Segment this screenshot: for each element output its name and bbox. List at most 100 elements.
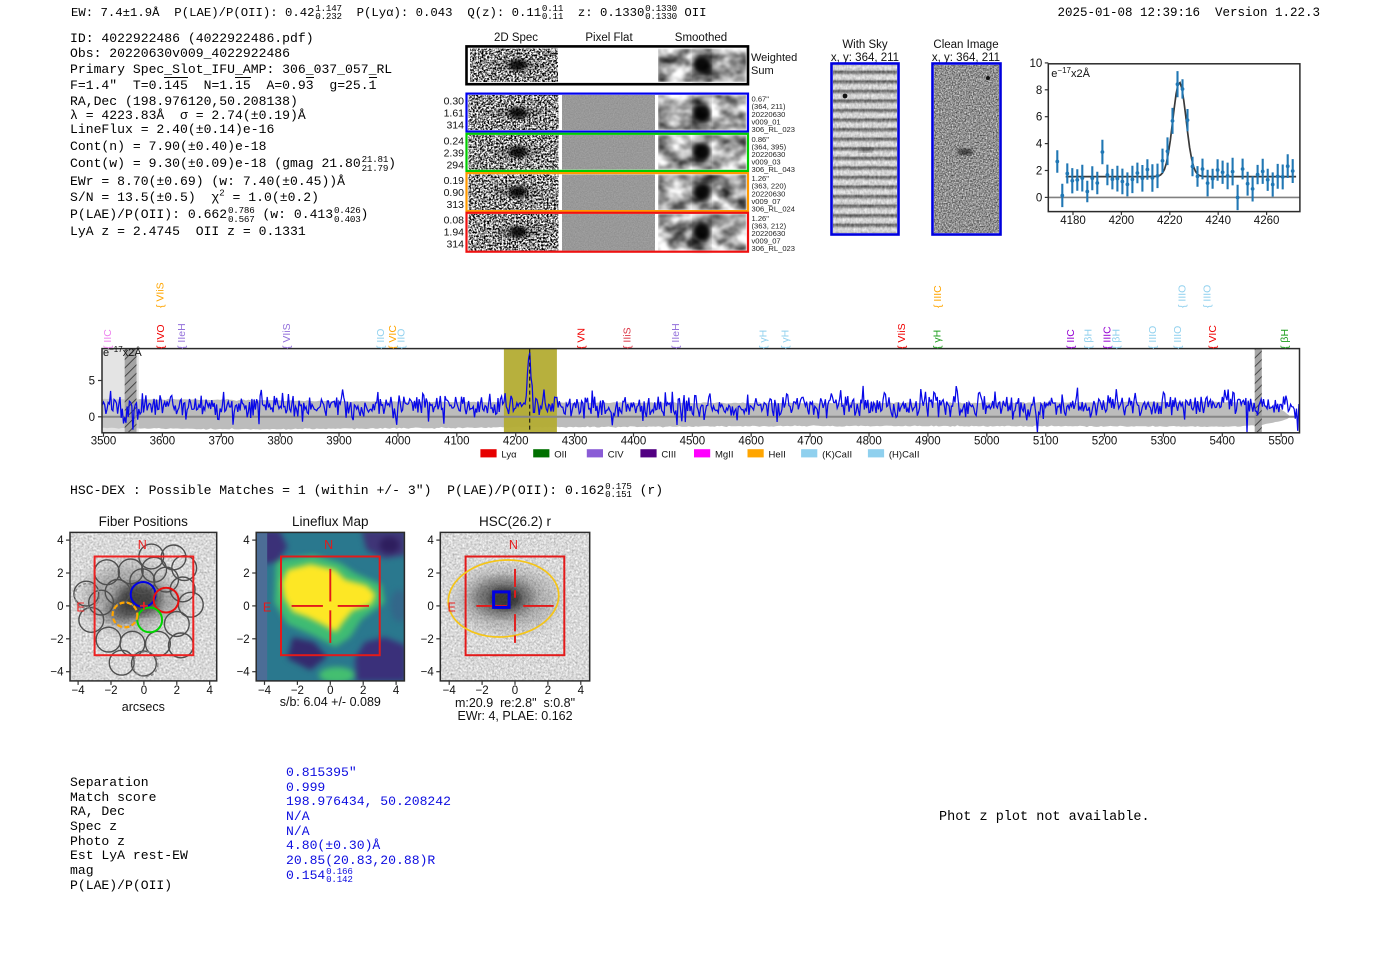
svg-text:{ IIIO: { IIIO — [1201, 285, 1213, 308]
svg-text:{ IIIC: { IIIC — [932, 285, 944, 308]
svg-text:−4: −4 — [421, 667, 435, 679]
svg-text:{ IVO: { IVO — [155, 324, 167, 349]
svg-text:2: 2 — [57, 568, 63, 580]
svg-text:4180: 4180 — [1060, 215, 1086, 227]
svg-text:314: 314 — [446, 119, 464, 131]
svg-text:5100: 5100 — [1033, 435, 1059, 447]
svg-text:−4: −4 — [258, 685, 272, 697]
svg-text:−2: −2 — [421, 634, 434, 646]
svg-text:(H)CaII: (H)CaII — [889, 450, 920, 461]
svg-text:5400: 5400 — [1210, 435, 1236, 447]
svg-text:{ γH: { γH — [931, 330, 943, 349]
svg-text:4200: 4200 — [1109, 215, 1135, 227]
svg-text:E: E — [76, 601, 84, 615]
svg-text:{ VN: { VN — [576, 328, 588, 349]
svg-text:OII: OII — [554, 450, 567, 461]
svg-text:0.24: 0.24 — [444, 136, 465, 148]
svg-text:{ VIiS: { VIiS — [154, 282, 166, 308]
svg-text:CIII: CIII — [661, 450, 676, 461]
svg-text:5: 5 — [89, 376, 95, 388]
svg-text:−2: −2 — [104, 685, 117, 697]
svg-text:4300: 4300 — [562, 435, 588, 447]
svg-text:313: 313 — [446, 199, 464, 211]
svg-text:0.30: 0.30 — [444, 95, 465, 107]
svg-text:2: 2 — [1036, 166, 1042, 178]
svg-text:0.08: 0.08 — [444, 215, 465, 227]
svg-text:1.61: 1.61 — [444, 107, 465, 119]
svg-text:2.39: 2.39 — [444, 148, 465, 160]
svg-text:4: 4 — [206, 685, 213, 697]
svg-text:Smoothed: Smoothed — [675, 32, 727, 44]
svg-text:5000: 5000 — [974, 435, 1000, 447]
svg-text:0: 0 — [57, 601, 63, 613]
svg-text:0: 0 — [1036, 192, 1042, 204]
svg-text:{ IIiS: { IIiS — [622, 327, 634, 349]
svg-text:{ IIeH: { IIeH — [176, 323, 188, 349]
svg-text:{ IIIO: { IIIO — [1177, 285, 1189, 308]
svg-text:8: 8 — [1036, 85, 1042, 97]
svg-text:4700: 4700 — [797, 435, 823, 447]
svg-text:{ VIiS: { VIiS — [281, 323, 293, 349]
svg-text:4260: 4260 — [1254, 215, 1280, 227]
svg-text:306_RL_023: 306_RL_023 — [752, 244, 796, 253]
svg-text:4: 4 — [57, 535, 64, 547]
svg-text:4: 4 — [578, 685, 585, 697]
svg-text:{ βH: { βH — [1111, 329, 1123, 349]
svg-text:N: N — [509, 538, 518, 552]
svg-text:{ IIC: { IIC — [1065, 329, 1077, 349]
svg-text:−4: −4 — [72, 685, 86, 697]
svg-text:2D Spec: 2D Spec — [494, 32, 538, 44]
svg-text:{ βH: { βH — [1083, 329, 1095, 349]
svg-text:N: N — [138, 538, 147, 552]
svg-text:0: 0 — [141, 685, 147, 697]
svg-text:Clean Image: Clean Image — [933, 39, 998, 51]
svg-text:4: 4 — [427, 535, 434, 547]
svg-text:2: 2 — [174, 685, 180, 697]
svg-text:HSC(26.2) r: HSC(26.2) r — [479, 514, 552, 529]
svg-text:10: 10 — [1030, 58, 1043, 70]
svg-text:314: 314 — [446, 239, 464, 251]
svg-text:−4: −4 — [50, 667, 64, 679]
svg-text:e−17x2Å: e−17x2Å — [1051, 66, 1090, 80]
svg-text:1.94: 1.94 — [444, 227, 465, 239]
svg-text:4800: 4800 — [856, 435, 882, 447]
svg-text:0: 0 — [89, 412, 95, 424]
svg-text:3900: 3900 — [326, 435, 352, 447]
svg-text:E: E — [448, 601, 456, 615]
svg-text:{ VIiS: { VIiS — [896, 323, 908, 349]
svg-text:0.90: 0.90 — [444, 187, 465, 199]
svg-text:CIV: CIV — [608, 450, 625, 461]
svg-text:4400: 4400 — [621, 435, 647, 447]
svg-text:{ βH: { βH — [1279, 329, 1291, 349]
svg-text:2: 2 — [243, 568, 249, 580]
svg-text:294: 294 — [446, 160, 464, 172]
svg-text:Fiber Positions: Fiber Positions — [99, 514, 189, 529]
svg-text:Lyα: Lyα — [501, 450, 517, 461]
svg-text:MgII: MgII — [715, 450, 733, 461]
svg-text:With Sky: With Sky — [842, 39, 888, 51]
svg-text:{ IIO: { IIO — [375, 329, 387, 349]
svg-text:s/b: 6.04 +/- 0.089: s/b: 6.04 +/- 0.089 — [280, 695, 381, 709]
svg-text:2: 2 — [427, 568, 433, 580]
svg-text:Weighted: Weighted — [751, 52, 797, 64]
svg-text:5200: 5200 — [1092, 435, 1118, 447]
svg-text:EWr: 4, PLAE: 0.162: EWr: 4, PLAE: 0.162 — [457, 709, 572, 723]
svg-text:−2: −2 — [237, 634, 250, 646]
svg-text:5500: 5500 — [1268, 435, 1294, 447]
svg-text:306_RL_043: 306_RL_043 — [752, 165, 796, 174]
svg-text:{ γH: { γH — [779, 330, 791, 349]
svg-text:306_RL_024: 306_RL_024 — [752, 205, 796, 214]
svg-text:4900: 4900 — [915, 435, 941, 447]
svg-text:(K)CaII: (K)CaII — [822, 450, 852, 461]
svg-text:3700: 3700 — [209, 435, 235, 447]
svg-text:4000: 4000 — [385, 435, 411, 447]
svg-text:E: E — [263, 601, 271, 615]
svg-text:{ IIeH: { IIeH — [670, 323, 682, 349]
svg-text:−4: −4 — [237, 667, 251, 679]
svg-text:306_RL_023: 306_RL_023 — [752, 125, 796, 134]
svg-text:4: 4 — [243, 535, 250, 547]
svg-text:0: 0 — [243, 601, 249, 613]
svg-text:3500: 3500 — [91, 435, 117, 447]
svg-text:{ IIO: { IIO — [395, 329, 407, 349]
svg-text:4240: 4240 — [1205, 215, 1231, 227]
